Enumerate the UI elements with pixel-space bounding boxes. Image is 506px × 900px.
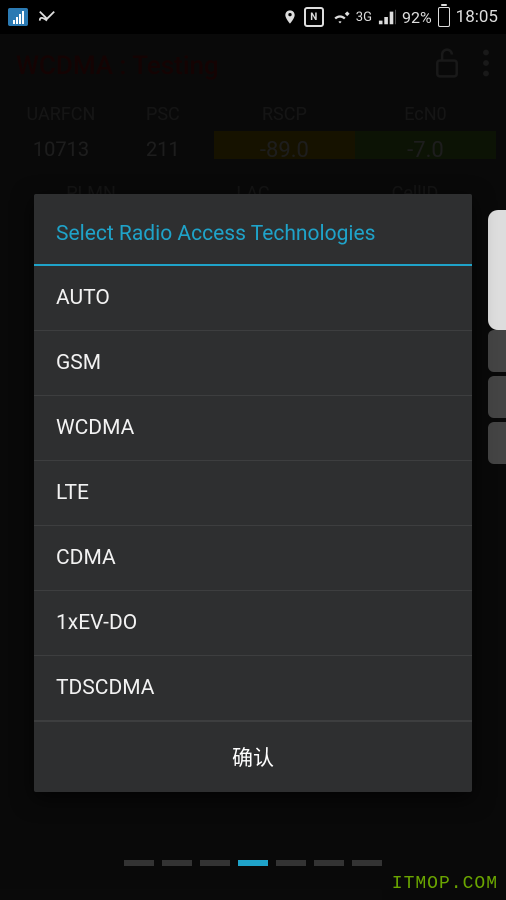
wifi-icon xyxy=(330,9,350,25)
pager-dot[interactable] xyxy=(162,860,192,866)
pager-dot[interactable] xyxy=(314,860,344,866)
location-icon xyxy=(282,8,298,26)
cast-icon xyxy=(36,8,58,26)
pager-dot[interactable] xyxy=(124,860,154,866)
side-tab[interactable] xyxy=(488,210,506,330)
rat-option-auto[interactable]: AUTO xyxy=(34,266,472,331)
page-indicator xyxy=(0,860,506,866)
watermark: ITMOP.COM xyxy=(392,874,498,894)
pager-dot[interactable] xyxy=(352,860,382,866)
rat-select-dialog: Select Radio Access Technologies AUTO GS… xyxy=(34,194,472,792)
battery-icon xyxy=(438,7,450,27)
signal-app-icon xyxy=(8,8,28,26)
side-tab[interactable] xyxy=(488,330,506,372)
rat-option-cdma[interactable]: CDMA xyxy=(34,526,472,591)
cell-signal-icon xyxy=(378,9,396,25)
rat-option-tdscdma[interactable]: TDSCDMA xyxy=(34,656,472,721)
rat-option-lte[interactable]: LTE xyxy=(34,461,472,526)
clock: 18:05 xyxy=(456,7,498,27)
side-tab[interactable] xyxy=(488,376,506,418)
pager-dot-active[interactable] xyxy=(238,860,268,866)
rat-option-1xevdo[interactable]: 1xEV-DO xyxy=(34,591,472,656)
nfc-icon: N xyxy=(304,7,324,27)
pager-dot[interactable] xyxy=(200,860,230,866)
side-tab[interactable] xyxy=(488,422,506,464)
rat-option-wcdma[interactable]: WCDMA xyxy=(34,396,472,461)
confirm-button[interactable]: 确认 xyxy=(34,721,472,792)
dialog-title: Select Radio Access Technologies xyxy=(34,194,472,264)
status-bar: N 3G 92% 18:05 xyxy=(0,0,506,34)
rat-option-gsm[interactable]: GSM xyxy=(34,331,472,396)
battery-pct: 92% xyxy=(402,8,432,27)
pager-dot[interactable] xyxy=(276,860,306,866)
network-type-label: 3G xyxy=(356,10,372,25)
side-tabs xyxy=(488,330,506,464)
